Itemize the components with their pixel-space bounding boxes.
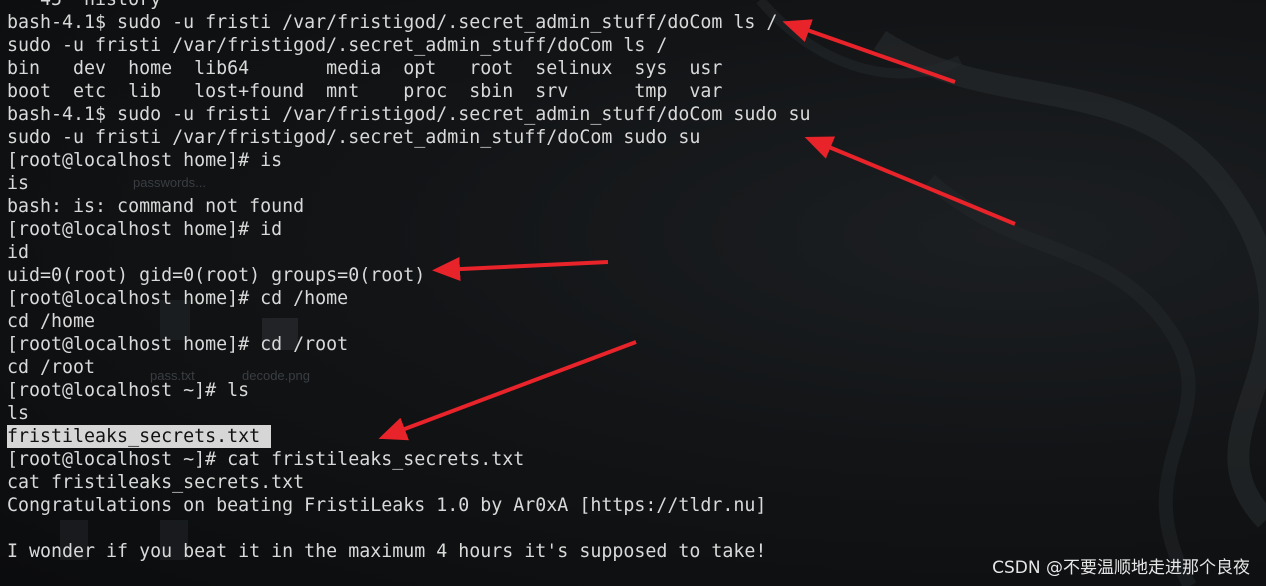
arrow-annotation-3 <box>432 257 609 282</box>
terminal-screenshot: passwords... pass.txt decode.png 45 hist… <box>0 0 1266 586</box>
annotation-arrows <box>378 19 1016 441</box>
arrow-annotation-4 <box>378 340 637 441</box>
arrow-annotation-1 <box>782 19 956 84</box>
arrow-annotation-2 <box>804 136 1016 226</box>
csdn-watermark: CSDN @不要温顺地走进那个良夜 <box>992 558 1250 578</box>
